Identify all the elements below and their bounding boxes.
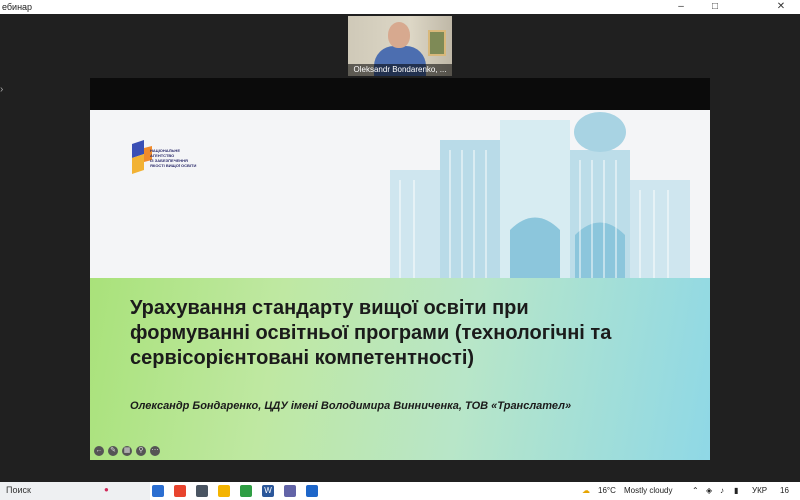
slide-title: Урахування стандарту вищої освіти при фо… <box>130 297 612 369</box>
slide-toolbar: ← ✎ ▦ ⚲ ⋯ <box>94 446 160 458</box>
maximize-icon[interactable]: □ <box>698 0 732 14</box>
network-icon[interactable]: ◈ <box>706 482 712 500</box>
weather-icon: ☁ <box>582 486 590 495</box>
building-illustration <box>390 112 690 278</box>
system-tray: ☁ 16°C Mostly cloudy ⌃ ◈ ♪ ▮ УКР 16 <box>580 482 800 500</box>
language-indicator[interactable]: УКР <box>752 482 767 500</box>
taskbar: Поиск ● W ☁ 16°C Mostly cloudy ⌃ ◈ ♪ ▮ У… <box>0 482 800 500</box>
minimize-icon[interactable]: – <box>664 0 698 14</box>
zoom-icon[interactable]: ⚲ <box>136 446 146 456</box>
edge-icon[interactable] <box>152 485 164 497</box>
task-view-icon[interactable] <box>196 485 208 497</box>
search-label: Поиск <box>6 485 31 495</box>
participant-name: Oleksandr Bondarenko, ... <box>348 64 452 76</box>
search-highlight-icon: ● <box>104 485 109 494</box>
video-shelf <box>428 30 446 56</box>
clock[interactable]: 16 <box>780 482 789 500</box>
window-title: ебинар <box>2 2 33 12</box>
slides-grid-icon[interactable]: ▦ <box>122 446 132 456</box>
close-icon[interactable]: ✕ <box>764 0 798 14</box>
chrome-icon[interactable] <box>174 485 186 497</box>
more-options-icon[interactable]: ⋯ <box>150 446 160 456</box>
zoom-app-icon[interactable] <box>306 485 318 497</box>
tray-expand-icon[interactable]: ⌃ <box>692 482 699 500</box>
chrome-alt-icon[interactable] <box>240 485 252 497</box>
slide-author: Олександр Бондаренко, ЦДУ імені Володими… <box>130 400 572 412</box>
title-bar: ебинар – □ ✕ <box>0 0 800 14</box>
presentation-slide: НАЦІОНАЛЬНЕ АГЕНТСТВО ІЗ ЗАБЕЗПЕЧЕННЯ ЯК… <box>90 110 710 460</box>
teams-icon[interactable] <box>284 485 296 497</box>
volume-icon[interactable]: ♪ <box>720 482 724 500</box>
file-explorer-icon[interactable] <box>218 485 230 497</box>
back-arrow-icon[interactable]: ← <box>94 446 104 456</box>
taskbar-apps: W <box>152 485 318 497</box>
temperature: 16°C <box>598 486 616 495</box>
participant-video[interactable]: Oleksandr Bondarenko, ... <box>348 16 452 76</box>
agency-logo-text: НАЦІОНАЛЬНЕ АГЕНТСТВО ІЗ ЗАБЕЗПЕЧЕННЯ ЯК… <box>150 148 197 168</box>
word-icon[interactable]: W <box>262 485 274 497</box>
chevron-right-icon[interactable]: › <box>0 84 3 95</box>
weather-text: Mostly cloudy <box>624 486 673 495</box>
taskbar-search[interactable]: Поиск ● <box>0 482 150 500</box>
pen-icon[interactable]: ✎ <box>108 446 118 456</box>
participant-head <box>388 22 410 48</box>
battery-icon[interactable]: ▮ <box>734 482 738 500</box>
